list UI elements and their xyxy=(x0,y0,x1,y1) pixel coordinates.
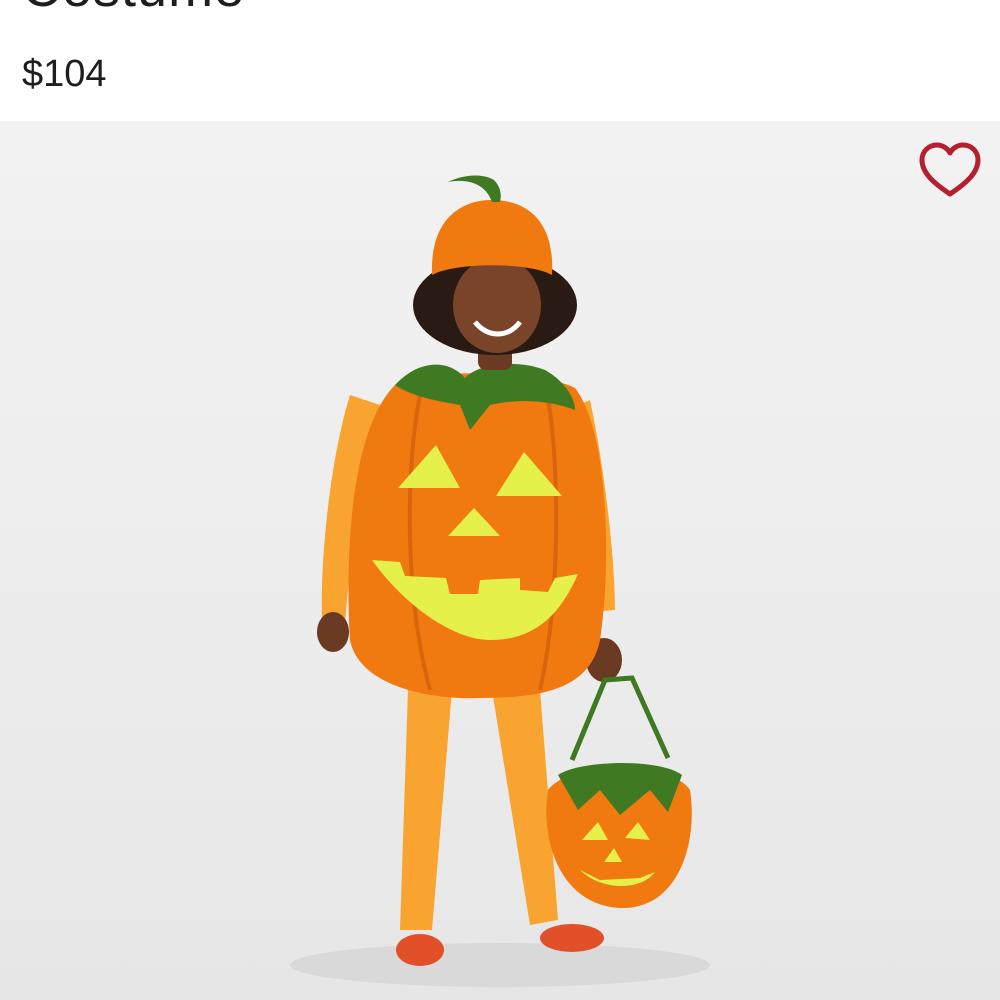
favorite-button[interactable] xyxy=(918,142,982,200)
product-header: Costume $104 xyxy=(0,0,1000,120)
heart-outline-icon xyxy=(919,142,981,197)
product-price: $104 xyxy=(22,53,107,95)
product-image[interactable] xyxy=(0,121,1000,1000)
product-photo-illustration xyxy=(290,175,710,987)
product-title: Costume xyxy=(22,0,245,16)
